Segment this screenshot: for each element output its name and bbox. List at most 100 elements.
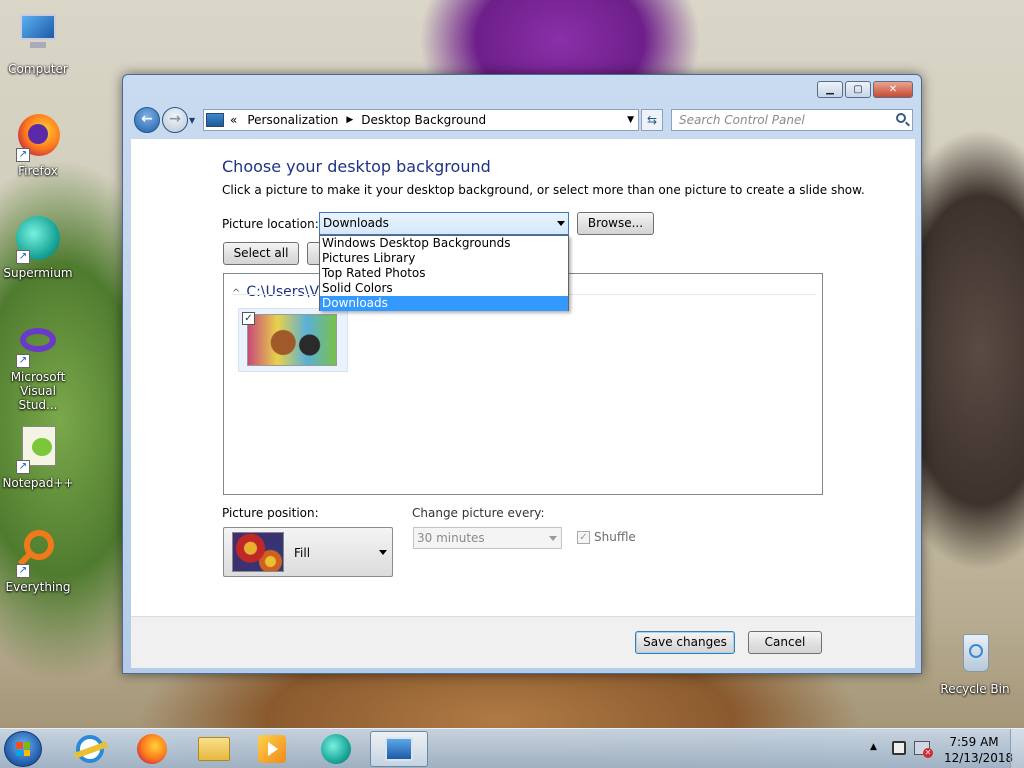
taskbar-supermium[interactable] — [310, 731, 362, 767]
chevron-down-icon — [557, 221, 565, 226]
back-button[interactable]: ← — [134, 107, 160, 133]
taskbar-internet-explorer[interactable] — [64, 731, 116, 767]
start-button[interactable] — [4, 731, 42, 767]
minimize-button[interactable]: ▁ — [817, 81, 843, 98]
search-icon[interactable] — [896, 113, 906, 123]
tray-overflow-icon[interactable]: ▲ — [870, 742, 877, 752]
desktop-icon-notepadpp[interactable]: ↗ Notepad++ — [0, 424, 76, 490]
folder-icon — [198, 737, 230, 761]
clock-time: 7:59 AM — [949, 735, 999, 749]
location-option[interactable]: Solid Colors — [320, 281, 568, 296]
picture-location-dropdown: Windows Desktop Backgrounds Pictures Lib… — [319, 235, 569, 311]
taskbar-control-panel[interactable] — [370, 731, 428, 767]
desktop-icon-label: Microsoft Visual Stud... — [10, 370, 66, 412]
taskbar-media-player[interactable] — [246, 731, 298, 767]
picture-position-value: Fill — [294, 546, 311, 560]
desktop-icon-supermium[interactable]: ↗ Supermium — [0, 214, 76, 280]
close-button[interactable]: ✕ — [873, 81, 913, 98]
change-every-select[interactable]: 30 minutes — [413, 527, 562, 549]
location-option[interactable]: Top Rated Photos — [320, 266, 568, 281]
position-preview-image — [232, 532, 284, 572]
control-panel-icon — [385, 737, 413, 761]
windows-logo-icon — [16, 742, 30, 756]
recent-pages-icon[interactable]: ▼ — [189, 116, 195, 125]
search-placeholder: Search Control Panel — [679, 113, 805, 127]
desktop-icon-label: Everything — [5, 580, 71, 594]
chevron-down-icon — [549, 536, 557, 541]
picture-position-label: Picture position: — [222, 506, 319, 520]
action-center-icon[interactable] — [892, 741, 906, 755]
shortcut-arrow-icon: ↗ — [16, 460, 30, 474]
main-content: Choose your desktop background Click a p… — [131, 139, 915, 616]
change-every-value: 30 minutes — [417, 531, 485, 545]
taskbar-firefox[interactable] — [126, 731, 178, 767]
shuffle-checkbox[interactable]: ✓ — [577, 531, 590, 544]
forward-button[interactable]: → — [162, 107, 188, 133]
thumbnail-checkbox[interactable]: ✓ — [242, 312, 255, 325]
shortcut-arrow-icon: ↗ — [16, 148, 30, 162]
address-bar[interactable]: « Personalization ▶ Desktop Background ▼ — [203, 109, 639, 131]
taskbar: ▲ ✕ 7:59 AM 12/13/2018 — [0, 728, 1024, 768]
desktop-icon-visual-studio[interactable]: ↗ Microsoft Visual Stud... — [0, 318, 76, 412]
location-option[interactable]: Pictures Library — [320, 251, 568, 266]
network-icon[interactable]: ✕ — [914, 741, 933, 758]
desktop-icon-label: Computer — [8, 62, 68, 76]
cancel-button[interactable]: Cancel — [748, 631, 822, 654]
desktop-icon-recycle-bin[interactable]: Recycle Bin — [937, 630, 1013, 696]
chevron-down-icon — [379, 550, 387, 555]
visual-studio-icon: ↗ — [14, 318, 62, 368]
shortcut-arrow-icon: ↗ — [16, 354, 30, 368]
save-changes-button[interactable]: Save changes — [635, 631, 735, 654]
dialog-footer: Save changes Cancel — [131, 616, 915, 668]
caption-buttons: ▁ ▢ ✕ — [817, 81, 913, 98]
location-option[interactable]: Windows Desktop Backgrounds — [320, 236, 568, 251]
shortcut-arrow-icon: ↗ — [16, 564, 30, 578]
firefox-icon: ↗ — [14, 112, 62, 162]
notepadpp-icon: ↗ — [14, 424, 62, 474]
control-panel-icon — [206, 113, 224, 127]
internet-explorer-icon — [73, 735, 109, 763]
firefox-icon — [137, 734, 167, 764]
computer-icon — [14, 10, 62, 58]
shortcut-arrow-icon: ↗ — [16, 250, 30, 264]
taskbar-file-explorer[interactable] — [188, 731, 240, 767]
desktop-icon-label: Notepad++ — [2, 476, 74, 490]
browse-button[interactable]: Browse... — [577, 212, 654, 235]
address-dropdown-icon[interactable]: ▼ — [627, 115, 634, 125]
maximize-button[interactable]: ▢ — [845, 81, 871, 98]
supermium-icon: ↗ — [14, 214, 62, 264]
folder-group-header[interactable]: ^C:\Users\VM — [232, 284, 331, 300]
navigation-bar: ← → ▼ « Personalization ▶ Desktop Backgr… — [131, 105, 913, 133]
media-player-icon — [258, 735, 286, 763]
system-clock[interactable]: 7:59 AM 12/13/2018 — [944, 734, 1014, 766]
everything-icon: ↗ — [14, 528, 62, 578]
desktop-icon-label: Firefox — [18, 164, 58, 178]
shuffle-label: Shuffle — [594, 530, 636, 544]
picture-location-value: Downloads — [323, 216, 389, 230]
refresh-button[interactable]: ⇆ — [641, 109, 663, 131]
supermium-icon — [321, 734, 351, 764]
picture-location-label: Picture location: — [222, 217, 319, 231]
breadcrumb-overflow-icon[interactable]: « — [230, 113, 237, 127]
desktop-icon-computer[interactable]: Computer — [0, 10, 76, 76]
picture-position-select[interactable]: Fill — [223, 527, 393, 577]
search-input[interactable]: Search Control Panel — [671, 109, 913, 131]
breadcrumb-separator-icon[interactable]: ▶ — [346, 115, 353, 125]
network-disconnected-icon: ✕ — [923, 748, 933, 758]
picture-location-select[interactable]: Downloads — [319, 212, 569, 235]
location-option-selected[interactable]: Downloads — [320, 296, 568, 311]
recycle-bin-icon — [951, 630, 999, 678]
change-every-label: Change picture every: — [412, 506, 545, 520]
select-all-button[interactable]: Select all — [223, 242, 299, 265]
page-description: Click a picture to make it your desktop … — [222, 183, 865, 197]
clock-date: 12/13/2018 — [944, 751, 1014, 765]
picture-thumbnail[interactable]: ✓ — [238, 308, 348, 372]
breadcrumb-personalization[interactable]: Personalization — [247, 113, 338, 127]
breadcrumb-desktop-background[interactable]: Desktop Background — [361, 113, 486, 127]
desktop-icon-firefox[interactable]: ↗ Firefox — [0, 112, 76, 178]
desktop-icon-everything[interactable]: ↗ Everything — [0, 528, 76, 594]
page-title: Choose your desktop background — [222, 157, 491, 176]
thumbnail-image — [247, 314, 337, 366]
show-desktop-button[interactable] — [1010, 729, 1024, 768]
desktop-background-window: ▁ ▢ ✕ ← → ▼ « Personalization ▶ Desktop … — [122, 74, 922, 674]
